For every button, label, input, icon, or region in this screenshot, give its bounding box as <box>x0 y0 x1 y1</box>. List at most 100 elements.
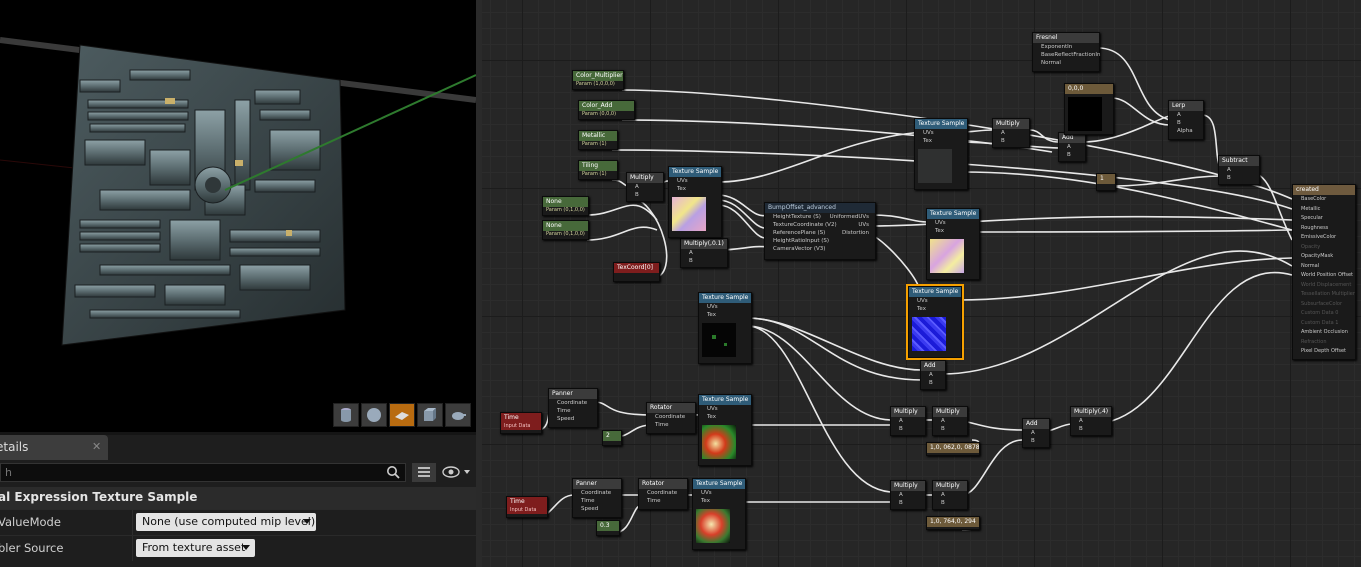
pin-a[interactable]: A <box>1023 429 1049 437</box>
pin-speed[interactable]: Speed <box>573 505 621 513</box>
cylinder-button[interactable] <box>333 403 359 427</box>
pin-a[interactable]: A <box>627 183 663 191</box>
multiply-node-b2[interactable]: Multiply A B <box>932 480 968 510</box>
tiling-node[interactable]: Tiling Param (1) <box>578 160 618 180</box>
pin-a[interactable]: A <box>891 417 925 425</box>
constant-000-node[interactable]: 0,0,0 <box>1064 83 1114 135</box>
pin-height-ratio[interactable]: HeightRatioInput (S) <box>765 237 875 245</box>
multiply-node[interactable]: Multiply A B <box>626 172 664 202</box>
add-top-node[interactable]: Add A B <box>1058 132 1086 162</box>
plane-button[interactable] <box>389 403 415 427</box>
pin-a[interactable]: A <box>681 249 727 257</box>
pin-a[interactable]: A <box>933 417 967 425</box>
color-add-node[interactable]: Color_Add Param (0,0,0) <box>578 100 635 120</box>
pin-b[interactable]: B <box>681 257 727 265</box>
multiply-node-a2[interactable]: Multiply A B <box>890 480 926 510</box>
add-low-node[interactable]: Add A B <box>1022 418 1050 448</box>
panner-node-1[interactable]: Panner Coordinate Time Speed <box>548 388 598 428</box>
pin-tex[interactable]: Tex <box>699 413 751 421</box>
texture-sample-node-fx2[interactable]: Texture Sample UVs Tex <box>692 478 746 550</box>
pin-a[interactable]: A <box>921 371 945 379</box>
result-pin[interactable]: Pixel Depth Offset <box>1293 347 1355 357</box>
pin-time[interactable]: Time <box>639 497 687 505</box>
pin-tex[interactable]: Tex <box>669 185 721 193</box>
pin-uvs[interactable]: UVs <box>699 303 751 311</box>
pin-camera-vector[interactable]: CameraVector (V3) <box>765 245 875 253</box>
texture-sample-node-fx1[interactable]: Texture Sample UVs Tex <box>698 394 752 466</box>
texture-sample-node-1[interactable]: Texture Sample UVs Tex <box>668 166 722 238</box>
pin-b[interactable]: B <box>891 499 925 507</box>
time-node-2[interactable]: Time Input Data <box>506 496 548 518</box>
multiply-node-a1[interactable]: Multiply A B <box>890 406 926 436</box>
lerp-node[interactable]: Lerp A B Alpha <box>1168 100 1204 140</box>
pin-coordinate[interactable]: Coordinate <box>639 489 687 497</box>
pin-coordinate[interactable]: Coordinate <box>647 413 695 421</box>
property-matrix-button[interactable] <box>412 463 436 482</box>
multiply-01-node[interactable]: Multiply(,0.1) A B <box>680 238 728 268</box>
pin-tex[interactable]: Tex <box>693 497 745 505</box>
view-options-button[interactable] <box>440 463 474 482</box>
pin-a[interactable]: A <box>993 129 1029 137</box>
material-preview-viewport[interactable] <box>0 0 476 432</box>
pin-b[interactable]: B <box>933 425 967 433</box>
result-pin[interactable]: Custom Data 1 <box>1293 319 1355 329</box>
vector-constant-node-1[interactable]: 1,0, 062,0, 0878 <box>926 442 980 456</box>
fresnel-node[interactable]: Fresnel ExponentIn BaseReflectFractionIn… <box>1032 32 1100 72</box>
details-tab[interactable]: etails ✕ <box>0 435 108 460</box>
pin-a[interactable]: A <box>1219 166 1259 174</box>
result-pin[interactable]: OpacityMask <box>1293 252 1355 262</box>
pin-coordinate[interactable]: Coordinate <box>573 489 621 497</box>
result-pin[interactable]: World Position Offset <box>1293 271 1355 281</box>
pin-tex[interactable]: Tex <box>909 305 961 313</box>
pin-tex[interactable]: Tex <box>699 311 751 319</box>
pin-uvs[interactable]: UVs <box>915 129 967 137</box>
result-pin[interactable]: World Displacement <box>1293 281 1355 291</box>
result-pin[interactable]: SubsurfaceColor <box>1293 300 1355 310</box>
material-graph-canvas[interactable]: Color_Multiplier Param (1,0,0,0) Color_A… <box>482 0 1361 567</box>
pin-b[interactable]: B <box>1219 174 1259 182</box>
pin-uvs[interactable]: UVs <box>693 489 745 497</box>
color-multiplier-node[interactable]: Color_Multiplier Param (1,0,0,0) <box>572 70 624 90</box>
none-param-node-1[interactable]: None Param (0,1,0,0) <box>542 196 589 216</box>
sphere-button[interactable] <box>361 403 387 427</box>
rotator-node-1[interactable]: Rotator Coordinate Time <box>646 402 696 434</box>
pin-distortion[interactable]: Distortion <box>830 229 869 237</box>
pin-b[interactable]: B <box>1023 437 1049 445</box>
constant-03-node[interactable]: 0.3 <box>596 520 620 536</box>
result-pin[interactable]: Specular <box>1293 214 1355 224</box>
pin-tex[interactable]: Tex <box>927 227 979 235</box>
result-pin[interactable]: Refraction <box>1293 338 1355 348</box>
pin-uvs[interactable]: UVs <box>699 405 751 413</box>
texture-sample-node-top[interactable]: Texture Sample UVs Tex <box>914 118 968 190</box>
result-pin[interactable]: Ambient Occlusion <box>1293 328 1355 338</box>
pin-b[interactable]: B <box>933 499 967 507</box>
value-mode-dropdown[interactable]: None (use computed mip level) <box>136 513 316 531</box>
panner-node-2[interactable]: Panner Coordinate Time Speed <box>572 478 622 518</box>
none-param-node-2[interactable]: None Param (0,1,0,0) <box>542 220 589 240</box>
pin-a[interactable]: A <box>1071 417 1111 425</box>
pin-speed[interactable]: Speed <box>549 415 597 423</box>
time-node-1[interactable]: Time Input Data <box>500 412 542 434</box>
result-pin[interactable]: Opacity <box>1293 243 1355 253</box>
result-pin[interactable]: Custom Data 0 <box>1293 309 1355 319</box>
vector-constant-node-2[interactable]: 1,0, 764,0, 294 <box>926 516 980 530</box>
material-result-node[interactable]: created BaseColor Metallic Specular Roughne… <box>1292 184 1356 360</box>
search-icon[interactable] <box>386 465 400 479</box>
pin-b[interactable]: B <box>1169 119 1203 127</box>
multiply-4-node[interactable]: Multiply(,4) A B <box>1070 406 1112 436</box>
pin-a[interactable]: A <box>933 491 967 499</box>
texture-sample-node-normal[interactable]: Texture Sample UVs Tex <box>906 284 964 360</box>
pin-base-reflect[interactable]: BaseReflectFractionIn <box>1033 51 1100 59</box>
section-title[interactable]: rial Expression Texture Sample <box>0 487 476 509</box>
result-pin[interactable]: Tessellation Multiplier <box>1293 290 1355 300</box>
pin-a[interactable]: A <box>1169 111 1203 119</box>
multiply-node-b1[interactable]: Multiply A B <box>932 406 968 436</box>
pin-a[interactable]: A <box>1059 143 1085 151</box>
texture-sample-node-mid[interactable]: Texture Sample UVs Tex <box>926 208 980 280</box>
texture-sample-node-mask[interactable]: Texture Sample UVs Tex <box>698 292 752 364</box>
result-pin[interactable]: EmissiveColor <box>1293 233 1355 243</box>
pin-time[interactable]: Time <box>647 421 695 429</box>
pin-b[interactable]: B <box>921 379 945 387</box>
pin-uvs[interactable]: UVs <box>909 297 961 305</box>
texcoord-node[interactable]: TexCoord[0] <box>613 262 660 282</box>
